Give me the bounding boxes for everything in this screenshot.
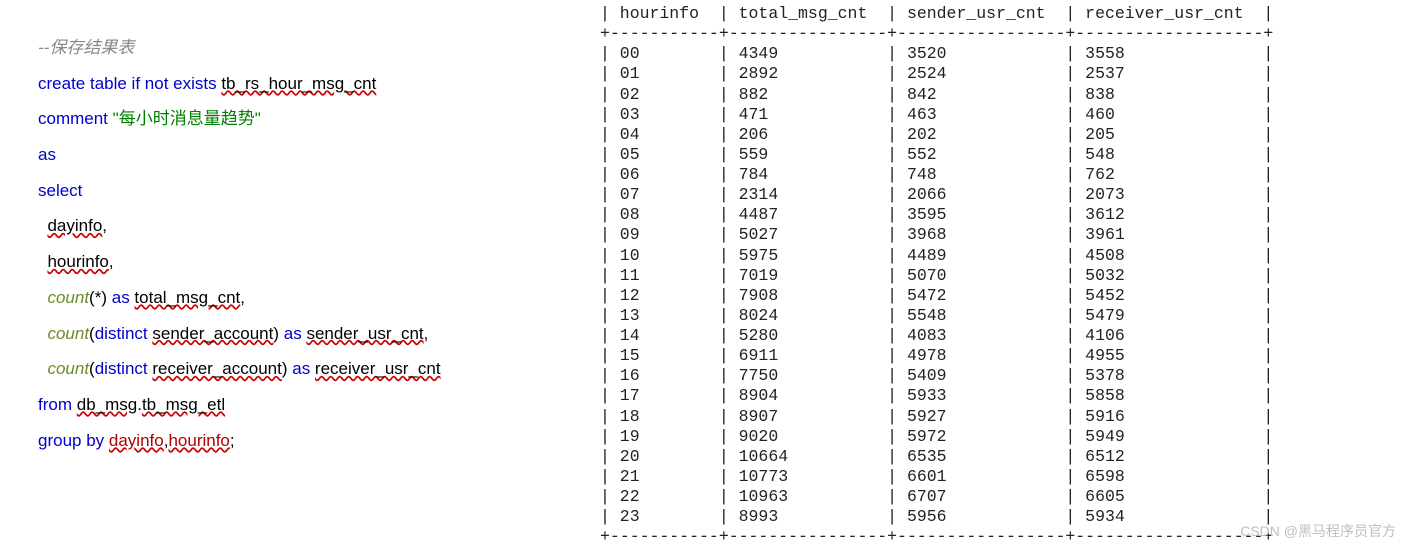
gb-col1: dayinfo <box>109 431 164 450</box>
col-hourinfo: hourinfo <box>47 252 108 271</box>
col-dayinfo: dayinfo <box>47 216 102 235</box>
kw-create: create table if not exists <box>38 74 217 93</box>
sql-comment: --保存结果表 <box>38 38 134 57</box>
schema-name: db_msg <box>77 395 137 414</box>
kw-groupby: group by <box>38 431 109 450</box>
result-table: | hourinfo | total_msg_cnt | sender_usr_… <box>600 4 1414 546</box>
kw-comment: comment <box>38 109 108 128</box>
alias-receiver: receiver_usr_cnt <box>315 359 441 378</box>
kw-select: select <box>38 181 82 200</box>
comment-string: "每小时消息量趋势" <box>113 109 261 128</box>
watermark-text: CSDN @黑马程序员官方 <box>1240 523 1396 540</box>
fn-count: count <box>47 324 89 343</box>
sql-code-block: --保存结果表 create table if not exists tb_rs… <box>0 0 600 546</box>
query-result-block: | hourinfo | total_msg_cnt | sender_usr_… <box>600 0 1414 546</box>
kw-as: as <box>38 145 56 164</box>
col-receiver-account: receiver_account <box>152 359 281 378</box>
table-name: tb_rs_hour_msg_cnt <box>221 74 376 93</box>
fn-count: count <box>47 288 89 307</box>
alias-total: total_msg_cnt <box>134 288 240 307</box>
kw-from: from <box>38 395 77 414</box>
alias-sender: sender_usr_cnt <box>306 324 423 343</box>
gb-col2: hourinfo <box>168 431 229 450</box>
col-sender-account: sender_account <box>152 324 273 343</box>
fn-count: count <box>47 359 89 378</box>
source-table: tb_msg_etl <box>142 395 225 414</box>
